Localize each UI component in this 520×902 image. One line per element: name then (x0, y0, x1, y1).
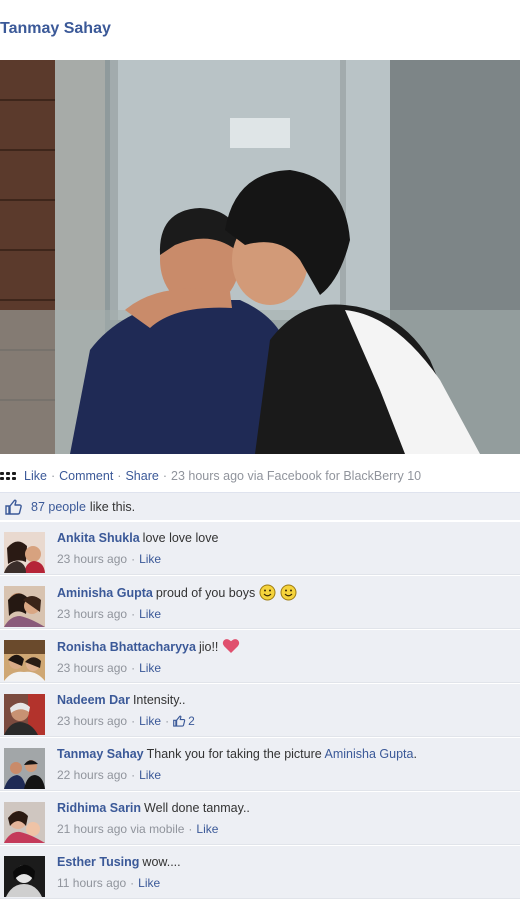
comment-text-suffix: . (413, 747, 417, 761)
comment-like-link[interactable]: Like (139, 768, 161, 782)
post-timestamp[interactable]: 23 hours ago via Facebook for BlackBerry… (171, 469, 421, 483)
likes-summary: 87 people like this. (0, 492, 520, 520)
avatar[interactable] (4, 640, 45, 681)
avatar[interactable] (4, 532, 45, 573)
separator: · (131, 661, 136, 675)
comment-time[interactable]: 23 hours ago (57, 552, 127, 566)
share-link[interactable]: Share (125, 469, 158, 483)
separator: · (165, 714, 170, 728)
comment-like-count[interactable]: 2 (173, 714, 195, 728)
comment-item: Aminisha Gupta proud of you boys 23 hours… (0, 575, 520, 629)
separator: · (130, 876, 135, 890)
comment-item: Ronisha Bhattacharyya jio!! 23 hours ago ·… (0, 629, 520, 683)
comment-text: wow.... (142, 855, 181, 869)
avatar[interactable] (4, 586, 45, 627)
comment-like-link[interactable]: Like (139, 661, 161, 675)
mention-link[interactable]: Aminisha Gupta (325, 747, 414, 761)
comment-item: Esther Tusing wow.... 11 hours ago · Like (0, 845, 520, 899)
comment-item: Ridhima Sarin Well done tanmay.. 21 hours… (0, 791, 520, 845)
smiley-icon (259, 584, 276, 601)
separator: · (131, 607, 136, 621)
comment-author[interactable]: Ankita Shukla (57, 531, 140, 545)
separator: · (117, 469, 122, 483)
post-author-name[interactable]: Tanmay Sahay (0, 20, 111, 38)
separator: · (50, 469, 56, 483)
comment-author[interactable]: Esther Tusing (57, 855, 139, 869)
comment-like-link[interactable]: Like (139, 607, 161, 621)
heart-icon (223, 639, 240, 653)
avatar[interactable] (4, 856, 45, 897)
avatar[interactable] (4, 802, 45, 843)
comment-time[interactable]: 11 hours ago (57, 876, 126, 890)
comment-time[interactable]: 21 hours ago via mobile (57, 822, 184, 836)
avatar[interactable] (4, 748, 45, 789)
comment-text: love love love (142, 531, 219, 545)
comment-link[interactable]: Comment (59, 469, 113, 483)
separator: · (131, 714, 136, 728)
smiley-icon (280, 584, 297, 601)
like-link[interactable]: Like (24, 469, 47, 483)
likes-count-link[interactable]: 87 people (31, 500, 86, 514)
comments-list: Ankita Shukla love love love 23 hours ago… (0, 521, 520, 899)
comment-like-link[interactable]: Like (196, 822, 218, 836)
comment-item: Nadeem Dar Intensity.. 23 hours ago · Like ·… (0, 683, 520, 737)
separator: · (131, 768, 136, 782)
comment-author[interactable]: Nadeem Dar (57, 693, 130, 707)
comment-like-link[interactable]: Like (139, 552, 161, 566)
comment-text: proud of you boys (155, 586, 256, 600)
comment-item: Ankita Shukla love love love 23 hours ago… (0, 521, 520, 575)
separator: · (131, 552, 136, 566)
comment-time[interactable]: 23 hours ago (57, 661, 127, 675)
thumbs-up-icon (173, 715, 186, 727)
comment-time[interactable]: 23 hours ago (57, 607, 127, 621)
photo-illustration (0, 60, 520, 454)
comment-time[interactable]: 22 hours ago (57, 768, 127, 782)
comment-like-link[interactable]: Like (139, 714, 161, 728)
comment-like-link[interactable]: Like (138, 876, 160, 890)
comment-author[interactable]: Tanmay Sahay (57, 747, 144, 761)
separator: · (188, 822, 193, 836)
comment-author[interactable]: Aminisha Gupta (57, 586, 153, 600)
comment-text: Thank you for taking the picture (146, 747, 322, 761)
comment-text: Intensity.. (132, 693, 186, 707)
comment-item: Tanmay Sahay Thank you for taking the pic… (0, 737, 520, 791)
separator: · (162, 469, 167, 483)
comment-text: jio!! (198, 640, 219, 654)
comment-author[interactable]: Ridhima Sarin (57, 801, 141, 815)
blackberry-icon (0, 468, 18, 484)
post-actions-bar: Like · Comment · Share · 23 hours ago vi… (0, 464, 520, 488)
post-photo[interactable] (0, 60, 520, 454)
comment-text: Well done tanmay.. (144, 801, 250, 815)
comment-author[interactable]: Ronisha Bhattacharyya (57, 640, 196, 654)
likes-text: like this. (89, 499, 136, 514)
comment-time[interactable]: 23 hours ago (57, 714, 127, 728)
like-count-number: 2 (188, 714, 195, 728)
avatar[interactable] (4, 694, 45, 735)
thumbs-up-icon (5, 499, 22, 515)
